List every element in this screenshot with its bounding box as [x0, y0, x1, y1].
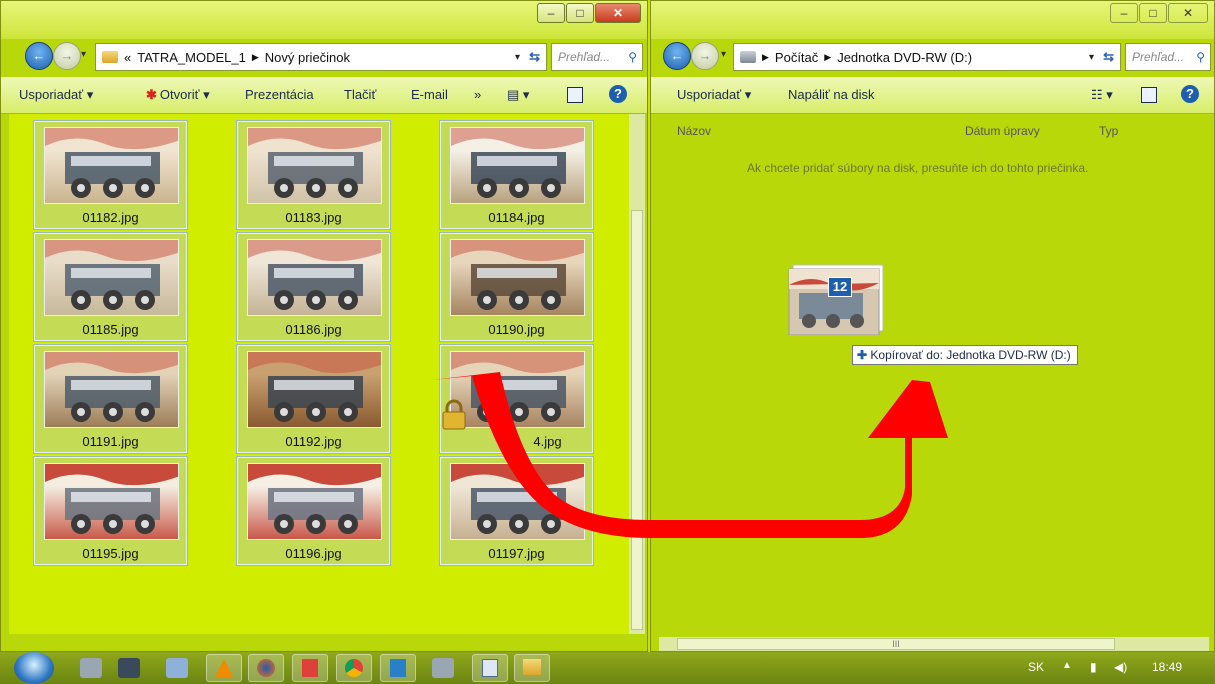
chrome-icon [345, 659, 363, 677]
language-indicator[interactable]: SK [1028, 660, 1044, 674]
taskbar-vlc-button[interactable] [206, 654, 242, 682]
clock[interactable]: 18:49 [1152, 660, 1182, 674]
volume-icon[interactable]: ◀) [1114, 660, 1127, 674]
explorer-folder-icon [523, 659, 541, 675]
firefox-icon [257, 659, 275, 677]
app-icon [390, 659, 406, 677]
vlc-icon [215, 659, 233, 677]
taskbar: SK ▲ ▮ ◀) 18:49 [0, 652, 1215, 684]
annotation-arrow-icon [432, 372, 948, 538]
taskbar-app-icon[interactable] [432, 658, 454, 678]
taskbar-app-icon[interactable] [118, 658, 140, 678]
red-arrow-shape [432, 372, 948, 538]
taskbar-app-icon[interactable] [166, 658, 188, 678]
taskbar-chrome-button[interactable] [336, 654, 372, 682]
app-icon [482, 659, 498, 677]
show-hidden-icons-icon[interactable]: ▲ [1062, 660, 1072, 671]
start-button[interactable] [14, 652, 54, 684]
taskbar-explorer-button[interactable] [514, 654, 550, 682]
battery-icon[interactable]: ▮ [1090, 660, 1097, 674]
taskbar-app-icon[interactable] [80, 658, 102, 678]
taskbar-app-button[interactable] [380, 654, 416, 682]
taskbar-app-button[interactable] [472, 654, 508, 682]
taskbar-pdf-button[interactable] [292, 654, 328, 682]
pdf-icon [302, 659, 318, 677]
taskbar-firefox-button[interactable] [248, 654, 284, 682]
